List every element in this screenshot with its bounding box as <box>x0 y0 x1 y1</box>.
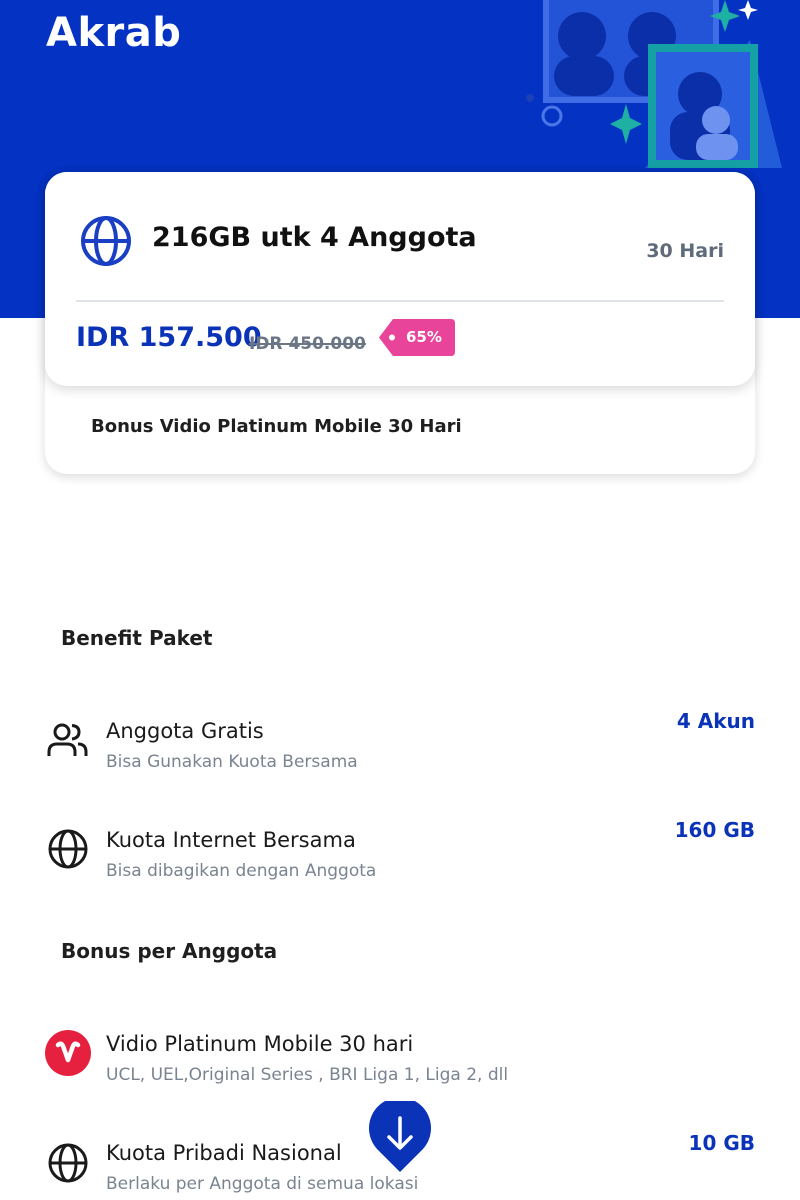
original-price: IDR 450.000 <box>249 334 366 354</box>
bonus-value: 10 GB <box>688 1131 755 1155</box>
people-icon <box>47 723 88 756</box>
family-illustration-icon <box>526 0 782 168</box>
bonus-subtitle: UCL, UEL,Original Series , BRI Liga 1, L… <box>106 1065 509 1085</box>
globe-icon <box>48 829 88 869</box>
bonus-title: Kuota Pribadi Nasional <box>106 1141 342 1165</box>
benefit-subtitle: Bisa dibagikan dengan Anggota <box>106 861 377 881</box>
bonus-subtitle: Berlaku per Anggota di semua lokasi <box>106 1174 419 1194</box>
bonus-title: Vidio Platinum Mobile 30 hari <box>106 1032 414 1056</box>
benefit-value: 4 Akun <box>676 709 755 733</box>
package-bonus: Bonus Vidio Platinum Mobile 30 Hari <box>91 416 462 437</box>
package-price: IDR 157.500 <box>76 322 262 353</box>
card-divider <box>76 300 724 302</box>
section-title-benefit: Benefit Paket <box>61 626 213 650</box>
benefit-value: 160 GB <box>674 818 755 842</box>
page-title: Akrab <box>46 10 182 56</box>
globe-icon <box>81 216 131 266</box>
globe-icon <box>48 1143 88 1183</box>
benefit-title: Anggota Gratis <box>106 719 264 743</box>
benefit-subtitle: Bisa Gunakan Kuota Bersama <box>106 752 358 772</box>
package-duration: 30 Hari <box>646 240 724 262</box>
discount-badge: 65% <box>379 319 455 356</box>
benefit-title: Kuota Internet Bersama <box>106 828 356 852</box>
vidio-logo-icon <box>45 1030 91 1076</box>
section-title-bonus: Bonus per Anggota <box>61 939 278 963</box>
package-name: 216GB utk 4 Anggota <box>152 222 477 253</box>
scroll-down-button[interactable] <box>369 1101 431 1173</box>
discount-label: 65% <box>406 328 442 346</box>
